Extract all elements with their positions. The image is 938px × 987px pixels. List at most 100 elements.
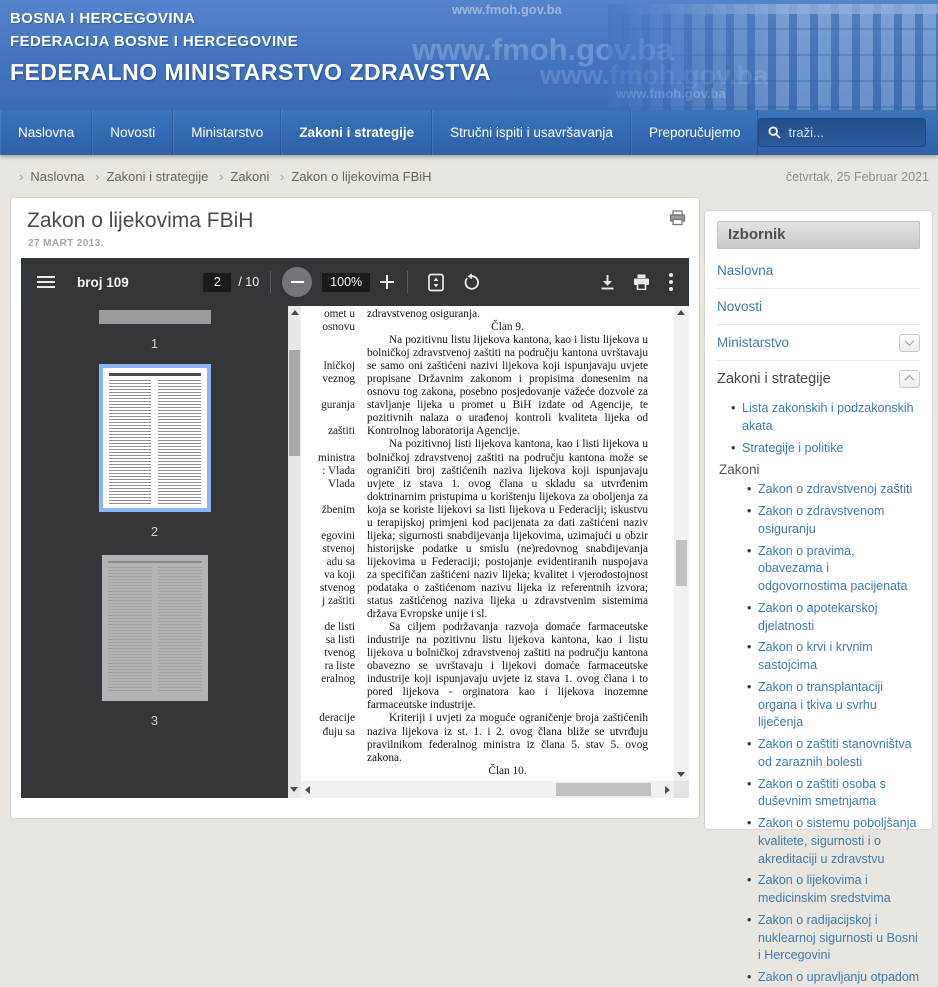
sidebar-link-label: Zakoni i strategije xyxy=(717,371,831,387)
nav-item[interactable]: Naslovna xyxy=(0,110,92,155)
sidebar-law-link[interactable]: Zakon o zdravstvenom osiguranju xyxy=(747,503,920,539)
sidebar-link-row[interactable]: Novosti xyxy=(717,289,920,325)
chevron-down-icon[interactable] xyxy=(899,334,920,352)
search-icon xyxy=(768,126,781,139)
pdf-text-fragment: ministra xyxy=(301,452,355,465)
sidebar-law-link[interactable]: Zakon o transplantaciji organa i tkiva u… xyxy=(747,679,920,732)
article-panel: Zakon o lijekovima FBiH 27 MART 2013. br… xyxy=(10,197,700,819)
menu-icon[interactable] xyxy=(37,273,55,291)
scroll-left-arrow[interactable] xyxy=(305,786,310,794)
zakoni-list: Zakon o zdravstvenoj zaštiti Zakon o zdra… xyxy=(717,481,920,987)
nav-item[interactable]: Stručni ispiti i usavršavanja xyxy=(432,110,631,155)
sidebar-link-row[interactable]: Zakoni i strategije xyxy=(717,361,920,396)
pdf-text-fragment: deracije xyxy=(301,712,355,725)
scrollbar-thumb[interactable] xyxy=(556,783,651,796)
header-line-country: BOSNA I HERCEGOVINA xyxy=(10,10,195,27)
breadcrumb-separator: › xyxy=(280,169,284,184)
pdf-paragraph: zdravstvenog osiguranja. xyxy=(367,308,648,321)
nav-item[interactable]: Ministarstvo xyxy=(173,110,281,155)
pdf-viewer: broj 109 2 / 10 100% xyxy=(21,258,689,798)
pdf-text-fragment xyxy=(301,438,355,451)
sidebar-title: Izbornik xyxy=(717,221,920,249)
horizontal-scrollbar[interactable] xyxy=(301,781,674,798)
scrollbar-thumb[interactable] xyxy=(289,350,300,456)
vertical-scrollbar[interactable] xyxy=(674,306,689,781)
sidebar-law-link[interactable]: Zakon o pravima, obavezama i odgovornost… xyxy=(747,543,920,596)
zoom-level: 100% xyxy=(322,273,370,292)
fit-page-icon[interactable] xyxy=(428,273,444,292)
scroll-down-arrow[interactable] xyxy=(677,772,685,777)
scrollbar-corner xyxy=(674,781,689,798)
scroll-down-arrow[interactable] xyxy=(290,787,298,792)
breadcrumb-item[interactable]: ›Zakoni xyxy=(212,169,269,184)
sidebar-law-link[interactable]: Zakon o lijekovima i medicinskim sredstv… xyxy=(747,872,920,908)
page-number-input[interactable]: 2 xyxy=(203,273,231,292)
rotate-icon[interactable] xyxy=(462,273,481,292)
pdf-text-fragment: ra liste xyxy=(301,660,355,673)
thumbnail-page-2-selected[interactable] xyxy=(99,364,211,512)
sidebar-sublink[interactable]: Lista zakonskih i podzakonskih akata xyxy=(731,400,920,436)
breadcrumb-item[interactable]: ›Zakoni i strategije xyxy=(88,169,208,184)
sidebar-law-link[interactable]: Zakon o zaštiti stanovništva od zaraznih… xyxy=(747,736,920,772)
pdf-text-fragment: omet u xyxy=(301,308,355,321)
pdf-text-fragment xyxy=(301,686,355,699)
pdf-text-fragment xyxy=(301,608,355,621)
breadcrumb-separator: › xyxy=(219,169,223,184)
thumbnail-page-3[interactable] xyxy=(102,555,208,701)
nav-item[interactable]: Preporučujemo xyxy=(631,110,759,155)
thumbnail-scrollbar[interactable] xyxy=(288,306,301,798)
sidebar-law-link[interactable]: Zakon o zdravstvenoj zaštiti xyxy=(747,481,920,499)
sidebar-link-row[interactable]: Ministarstvo xyxy=(717,325,920,361)
print-article-icon[interactable] xyxy=(669,210,686,226)
print-icon[interactable] xyxy=(633,274,650,290)
scroll-up-arrow[interactable] xyxy=(677,310,685,315)
zoom-out-button[interactable] xyxy=(282,267,312,297)
sidebar-law-link[interactable]: Zakon o upravljanju otpadom xyxy=(747,969,920,987)
download-icon[interactable] xyxy=(600,274,615,290)
pdf-paragraph: Na pozitivnoj listi lijekova kantona, ka… xyxy=(367,438,648,621)
sidebar-menu: Izbornik Naslovna Novosti Ministarstvo xyxy=(704,210,933,830)
sidebar-law-link[interactable]: Zakon o radijacijskoj i nuklearnoj sigur… xyxy=(747,912,920,965)
breadcrumb-item[interactable]: ›Zakon o lijekovima FBiH xyxy=(273,169,432,184)
pdf-text-fragment: adu sa xyxy=(301,556,355,569)
page-title: Zakon o lijekovima FBiH xyxy=(27,209,253,233)
sidebar-law-link[interactable]: Zakon o sistemu poboljšanja kvalitete, s… xyxy=(747,815,920,868)
pdf-paragraph: Na pozitivnu listu lijekova kantona, kao… xyxy=(367,334,648,438)
pdf-text-column: zdravstvenog osiguranja.Član 9.Na poziti… xyxy=(363,306,674,781)
page-total: / 10 xyxy=(238,275,259,289)
pdf-text-fragment: đuju sa xyxy=(301,726,355,739)
sidebar-law-link[interactable]: Zakon o apotekarskoj djelatnosti xyxy=(747,600,920,636)
thumbnail-page-1[interactable] xyxy=(99,310,211,324)
scrollbar-thumb[interactable] xyxy=(676,540,687,586)
nav-item[interactable]: Novosti xyxy=(92,110,173,155)
zoom-in-button[interactable] xyxy=(380,275,394,289)
pdf-text-fragment: osnovu xyxy=(301,321,355,334)
search-input[interactable]: traži... xyxy=(788,125,823,140)
sidebar-link-label: Naslovna xyxy=(717,263,773,278)
pdf-text-fragment: eralnog xyxy=(301,673,355,686)
scroll-right-arrow[interactable] xyxy=(665,786,670,794)
nav-item[interactable]: Zakoni i strategije xyxy=(281,110,432,155)
sidebar-law-link[interactable]: Zakon o krvi i krvnim sastojcima xyxy=(747,639,920,675)
breadcrumb-item[interactable]: ›Naslovna xyxy=(12,169,85,184)
pdf-text-fragment: Vlada xyxy=(301,478,355,491)
kebab-menu-icon[interactable] xyxy=(669,273,673,291)
pdf-page-area: omet uosnovulničkojveznogguranjazaštitim… xyxy=(301,306,689,798)
search-box[interactable]: traži... xyxy=(758,118,926,147)
pdf-text-fragment xyxy=(301,491,355,504)
pdf-text-fragment: veznog xyxy=(301,373,355,386)
header-line-federation: FEDERACIJA BOSNE I HERCEGOVINE xyxy=(10,33,298,50)
sidebar-law-link[interactable]: Zakon o zaštiti osoba s duševnim smetnja… xyxy=(747,776,920,812)
chevron-up-icon[interactable] xyxy=(899,370,920,388)
sidebar-link-row[interactable]: Naslovna xyxy=(717,253,920,289)
sidebar-sublink[interactable]: Strategije i politike xyxy=(731,440,920,458)
thumbnail-label: 3 xyxy=(151,713,158,728)
pdf-text-fragment xyxy=(301,517,355,530)
pdf-page: omet uosnovulničkojveznogguranjazaštitim… xyxy=(301,306,674,781)
pdf-text-fragment: lničkoj xyxy=(301,360,355,373)
pdf-text-fragment xyxy=(301,699,355,712)
pdf-paragraph: Kriteriji i uvjeti za moguće ograničenje… xyxy=(367,712,648,764)
sidebar-link-label: Novosti xyxy=(717,299,762,314)
scroll-up-arrow[interactable] xyxy=(291,310,299,315)
breadcrumb-separator: › xyxy=(95,169,99,184)
